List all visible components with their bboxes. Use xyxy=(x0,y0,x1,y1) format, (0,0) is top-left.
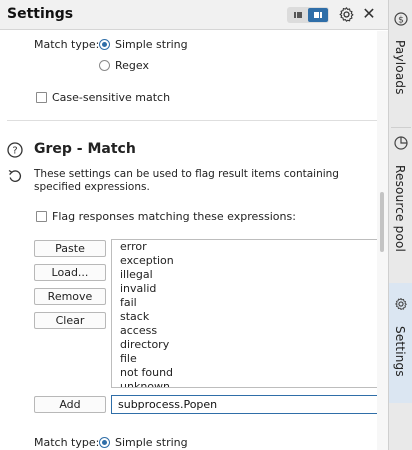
radio-simple-string-label[interactable]: Simple string xyxy=(115,38,188,51)
list-item[interactable]: unknown xyxy=(112,380,378,387)
radio-simple-string[interactable] xyxy=(99,437,110,448)
match-type-label: Match type: xyxy=(34,38,100,51)
list-item[interactable]: error xyxy=(112,240,378,254)
flag-responses-label[interactable]: Flag responses matching these expression… xyxy=(52,210,296,223)
tab-label: Settings xyxy=(393,326,407,377)
panel-title: Settings xyxy=(7,6,74,22)
layout-side-icon[interactable] xyxy=(308,8,328,22)
add-expression-input[interactable] xyxy=(111,395,379,414)
expression-list[interactable]: error exception illegal invalid fail sta… xyxy=(111,239,379,388)
list-item[interactable]: directory xyxy=(112,338,378,352)
list-item[interactable]: illegal xyxy=(112,268,378,282)
case-sensitive-label[interactable]: Case-sensitive match xyxy=(52,91,170,104)
radio-simple-string-label[interactable]: Simple string xyxy=(115,436,188,449)
list-item[interactable]: file xyxy=(112,352,378,366)
layout-toggle[interactable] xyxy=(287,7,329,23)
tab-resource-pool[interactable]: Resource pool xyxy=(389,128,412,282)
section-description: These settings can be used to flag resul… xyxy=(34,168,339,193)
gear-icon[interactable] xyxy=(338,6,355,23)
side-tab-rail: $ Payloads Resource pool Settings xyxy=(388,0,412,450)
list-item[interactable]: exception xyxy=(112,254,378,268)
dollar-icon: $ xyxy=(394,12,408,26)
list-item[interactable]: fail xyxy=(112,296,378,310)
radio-regex-label[interactable]: Regex xyxy=(115,59,149,72)
list-item[interactable]: access xyxy=(112,324,378,338)
radio-regex[interactable] xyxy=(99,60,110,71)
add-button[interactable]: Add xyxy=(34,396,106,413)
remove-button[interactable]: Remove xyxy=(34,288,106,305)
case-sensitive-checkbox[interactable] xyxy=(36,92,47,103)
radio-simple-string[interactable] xyxy=(99,39,110,50)
tab-payloads[interactable]: $ Payloads xyxy=(389,0,412,128)
paste-button[interactable]: Paste xyxy=(34,240,106,257)
scrollbar-thumb[interactable] xyxy=(380,192,384,252)
tab-settings[interactable]: Settings xyxy=(389,283,412,403)
section-divider xyxy=(7,120,377,121)
help-icon[interactable]: ? xyxy=(7,142,23,158)
pie-chart-icon xyxy=(394,136,408,150)
tab-label: Resource pool xyxy=(393,165,407,253)
tab-label: Payloads xyxy=(393,40,407,95)
layout-split-icon[interactable] xyxy=(288,8,308,22)
flag-responses-checkbox[interactable] xyxy=(36,211,47,222)
list-item[interactable]: not found xyxy=(112,366,378,380)
panel-header: Settings ✕ xyxy=(0,0,388,30)
clear-button[interactable]: Clear xyxy=(34,312,106,329)
reset-icon[interactable] xyxy=(7,168,23,184)
load-button[interactable]: Load... xyxy=(34,264,106,281)
close-icon[interactable]: ✕ xyxy=(362,5,376,23)
svg-text:?: ? xyxy=(12,146,17,157)
list-item[interactable]: stack xyxy=(112,310,378,324)
svg-text:$: $ xyxy=(398,16,404,26)
section-title: Grep - Match xyxy=(34,141,136,157)
gear-icon xyxy=(395,297,407,311)
settings-content: Match type: Simple string Regex Case-sen… xyxy=(0,31,388,450)
list-item[interactable]: invalid xyxy=(112,282,378,296)
match-type-label: Match type: xyxy=(34,436,100,449)
